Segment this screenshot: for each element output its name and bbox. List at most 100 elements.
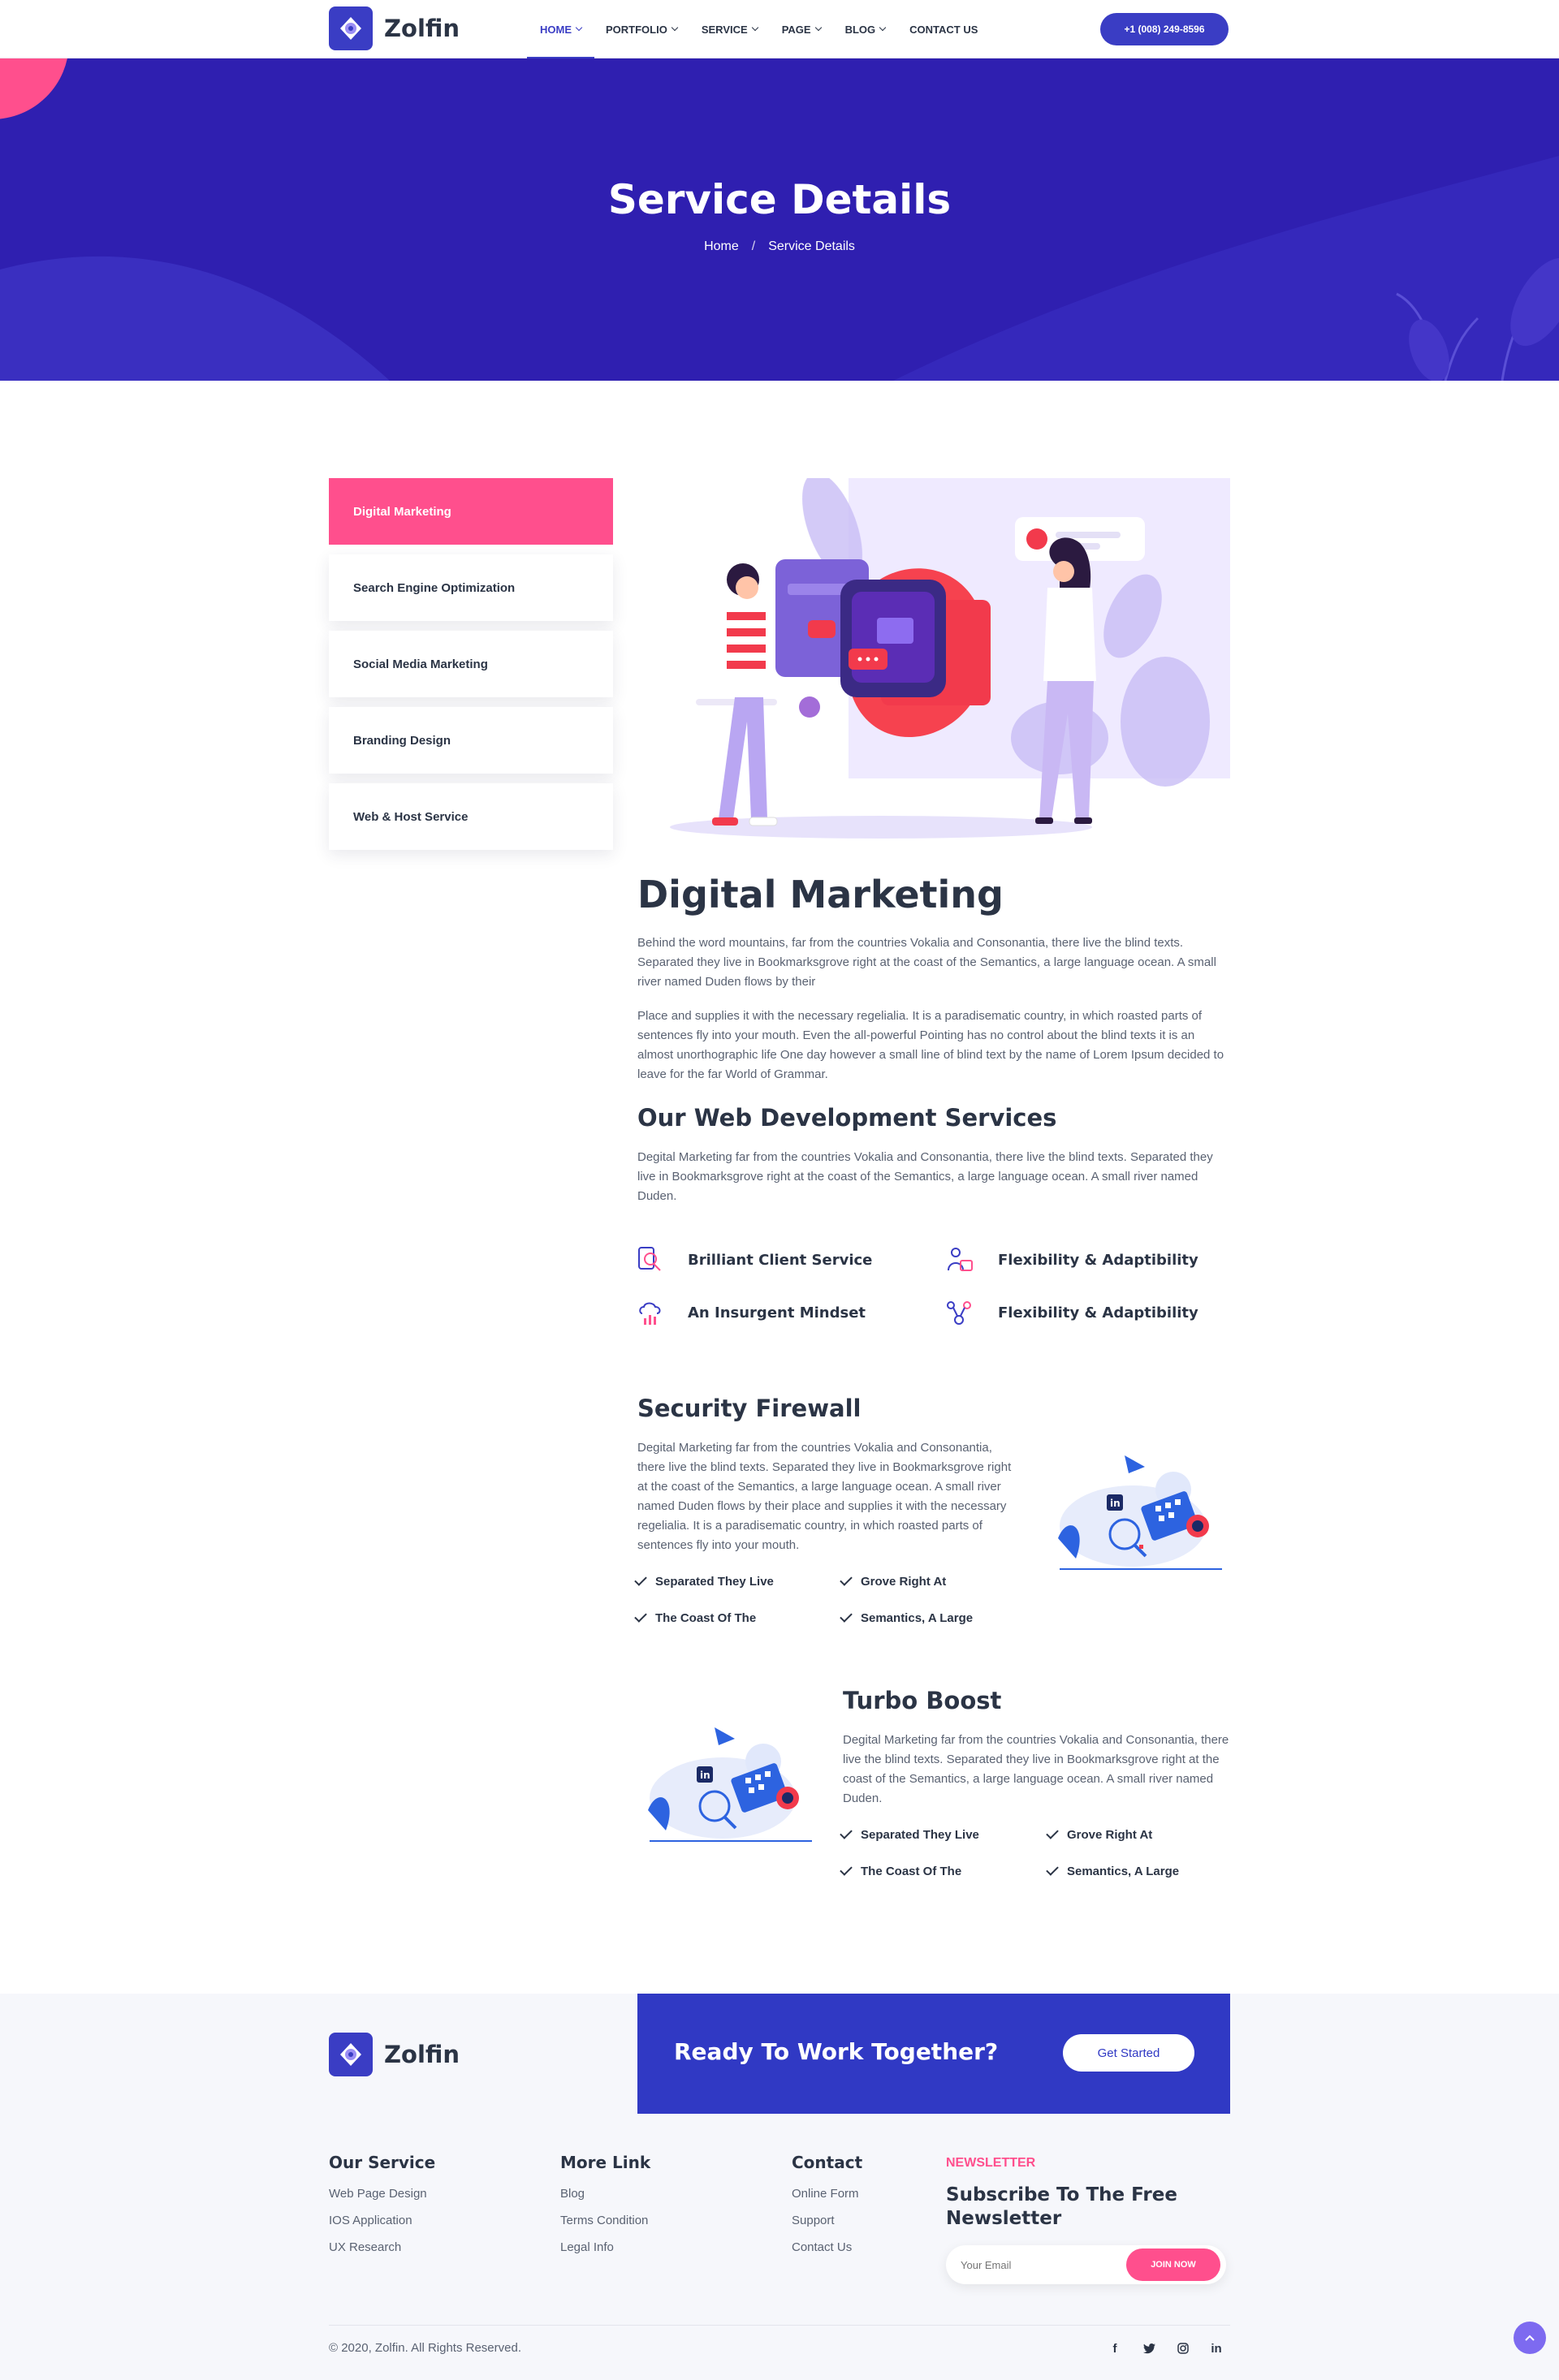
feature-label: An Insurgent Mindset: [688, 1304, 866, 1322]
svg-text:in: in: [1110, 1498, 1121, 1509]
cta-banner: Ready To Work Together? Get Started: [637, 1994, 1230, 2114]
sidebar-item-branding[interactable]: Branding Design: [329, 707, 613, 774]
check-icon: [840, 1572, 853, 1586]
check-item: Semantics, A Large: [1046, 1862, 1180, 1878]
check-item: The Coast Of The: [634, 1609, 756, 1625]
footer-link[interactable]: Legal Info: [560, 2240, 650, 2254]
sidebar-item-label: Web & Host Service: [353, 809, 469, 824]
footer-link[interactable]: Web Page Design: [329, 2187, 435, 2201]
nav-contact[interactable]: CONTACT US: [909, 0, 978, 58]
scroll-to-top-button[interactable]: [1514, 2322, 1546, 2354]
breadcrumb: Home / Service Details: [0, 239, 1559, 254]
feature-insurgent-mindset: An Insurgent Mindset: [637, 1299, 866, 1326]
footer-link[interactable]: Support: [792, 2214, 862, 2227]
check-icon: [840, 1826, 853, 1839]
footer-link[interactable]: IOS Application: [329, 2214, 435, 2227]
logo-icon: [329, 2033, 373, 2076]
check-item: The Coast Of The: [840, 1862, 961, 1878]
chevron-up-icon: [1525, 2335, 1535, 2341]
feature-flexibility: Flexibility & Adaptibility: [946, 1246, 1198, 1274]
turbo-illustration: in: [641, 1721, 816, 1847]
feature-flexibility-2: Flexibility & Adaptibility: [946, 1299, 1198, 1326]
feature-label: Flexibility & Adaptibility: [998, 1251, 1198, 1269]
linkedin-icon[interactable]: in: [1207, 2339, 1225, 2357]
sidebar-item-label: Branding Design: [353, 733, 451, 748]
body-paragraph: Place and supplies it with the necessary…: [637, 1009, 1224, 1081]
check-label: Separated They Live: [861, 1828, 979, 1842]
hero-illustration: [637, 472, 1230, 856]
footer-col-service: Our Service Web Page Design IOS Applicati…: [329, 2153, 435, 2267]
services-paragraph: Degital Marketing far from the countries…: [637, 1150, 1213, 1203]
services-title: Our Web Development Services: [637, 1104, 1057, 1132]
brand-name: Zolfin: [384, 15, 460, 42]
security-title: Security Firewall: [637, 1395, 862, 1422]
check-icon: [1046, 1862, 1059, 1876]
get-started-button[interactable]: Get Started: [1063, 2034, 1194, 2072]
check-icon: [840, 1609, 853, 1623]
feature-client-service: Brilliant Client Service: [637, 1246, 872, 1274]
nav-home[interactable]: HOME: [527, 0, 594, 58]
facebook-icon[interactable]: f: [1106, 2339, 1124, 2357]
network-icon: [947, 1301, 971, 1325]
join-now-button[interactable]: JOIN NOW: [1126, 2248, 1220, 2281]
check-item: Separated They Live: [840, 1826, 979, 1842]
site-header: Zolfin HOME PORTFOLIO SERVICE PAGE BLOG …: [0, 0, 1559, 58]
nav-portfolio-label: PORTFOLIO: [606, 23, 667, 36]
breadcrumb-home[interactable]: Home: [704, 239, 739, 254]
check-icon: [634, 1572, 647, 1586]
check-item: Grove Right At: [840, 1572, 946, 1589]
sidebar-item-web-host[interactable]: Web & Host Service: [329, 783, 613, 850]
chevron-down-icon: [751, 24, 758, 32]
sidebar-item-digital-marketing[interactable]: Digital Marketing: [329, 478, 613, 545]
chevron-down-icon: [671, 24, 679, 32]
instagram-icon[interactable]: [1174, 2339, 1192, 2357]
cta-title: Ready To Work Together?: [674, 2038, 999, 2065]
check-icon: [1046, 1826, 1059, 1839]
footer-link[interactable]: Terms Condition: [560, 2214, 650, 2227]
check-item: Semantics, A Large: [840, 1609, 974, 1625]
twitter-icon[interactable]: [1140, 2339, 1158, 2357]
client-service-icon: [638, 1247, 661, 1271]
sidebar-item-label: Digital Marketing: [353, 504, 451, 519]
cloud-chart-icon: [639, 1302, 661, 1325]
security-paragraph: Degital Marketing far from the countries…: [637, 1441, 1012, 1552]
sidebar-item-label: Search Engine Optimization: [353, 580, 516, 595]
nav-page[interactable]: PAGE: [781, 0, 822, 58]
sidebar-item-social-media[interactable]: Social Media Marketing: [329, 631, 613, 697]
footer-logo[interactable]: Zolfin: [329, 2033, 460, 2076]
sidebar-item-label: Social Media Marketing: [353, 657, 488, 671]
svg-text:in: in: [700, 1770, 710, 1781]
feature-label: Flexibility & Adaptibility: [998, 1304, 1198, 1322]
brand-logo[interactable]: Zolfin: [329, 6, 460, 50]
turbo-title: Turbo Boost: [843, 1687, 1002, 1714]
footer-divider: [329, 2325, 1230, 2326]
nav-service[interactable]: SERVICE: [702, 0, 758, 58]
check-item: Separated They Live: [634, 1572, 774, 1589]
logo-icon: [329, 6, 373, 50]
security-illustration: in: [1052, 1449, 1226, 1575]
footer-link[interactable]: Contact Us: [792, 2240, 862, 2254]
check-item: Grove Right At: [1046, 1826, 1153, 1842]
check-icon: [634, 1609, 647, 1623]
main-nav: HOME PORTFOLIO SERVICE PAGE BLOG CONTACT…: [527, 0, 978, 58]
footer-col-title: More Link: [560, 2153, 651, 2172]
phone-button[interactable]: +1 (008) 249-8596: [1100, 13, 1229, 45]
newsletter-label: NEWSLETTER: [946, 2156, 1036, 2170]
nav-blog-label: BLOG: [844, 23, 876, 36]
nav-page-label: PAGE: [781, 23, 811, 36]
brand-name: Zolfin: [384, 2041, 460, 2068]
footer-link[interactable]: UX Research: [329, 2240, 435, 2254]
footer-col-more: More Link Blog Terms Condition Legal Info: [560, 2153, 650, 2267]
breadcrumb-separator: /: [751, 239, 756, 253]
sidebar-item-seo[interactable]: Search Engine Optimization: [329, 554, 613, 621]
nav-blog[interactable]: BLOG: [844, 0, 887, 58]
footer-link[interactable]: Blog: [560, 2187, 650, 2201]
footer-link[interactable]: Online Form: [792, 2187, 862, 2201]
breadcrumb-current: Service Details: [768, 239, 855, 253]
newsletter-form: JOIN NOW: [946, 2245, 1226, 2284]
check-label: Semantics, A Large: [861, 1611, 974, 1625]
email-input[interactable]: [946, 2245, 1125, 2284]
check-label: Grove Right At: [1067, 1828, 1153, 1842]
nav-portfolio[interactable]: PORTFOLIO: [606, 0, 679, 58]
check-label: Semantics, A Large: [1067, 1865, 1180, 1878]
